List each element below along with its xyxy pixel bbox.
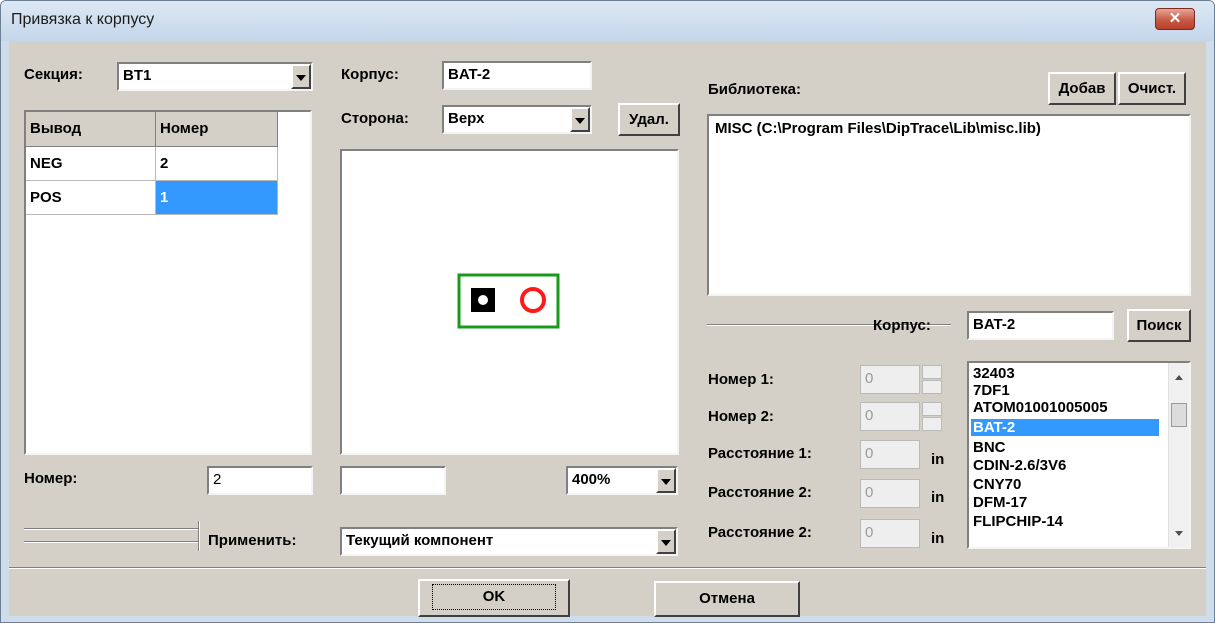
footprint-graphic [457, 273, 560, 329]
pin-number-cell[interactable]: 2 [155, 146, 278, 181]
number2-spin-down[interactable] [922, 417, 942, 431]
separator [24, 528, 198, 530]
distance1-input[interactable]: 0 [860, 440, 920, 469]
number1-spin-down[interactable] [922, 380, 942, 394]
window-title: Привязка к корпусу [11, 11, 155, 28]
package-value: BAT-2 [448, 66, 491, 83]
side-select[interactable]: Верх [442, 105, 592, 134]
search-package-label: Корпус: [873, 317, 931, 334]
distance2a-value: 0 [865, 484, 874, 501]
section-dropdown-button[interactable] [291, 64, 311, 89]
pin-name-cell[interactable]: NEG [26, 146, 156, 181]
package-preview[interactable] [340, 149, 679, 455]
number2-input[interactable]: 0 [860, 402, 920, 431]
side-value: Верх [448, 110, 485, 127]
dialog-client: Секция: BT1 Вывод Номер NEG 2 POS 1 Номе… [9, 41, 1206, 617]
list-item[interactable]: FLIPCHIP-14 [971, 513, 1063, 530]
library-label: Библиотека: [708, 81, 801, 98]
section-select[interactable]: BT1 [117, 62, 313, 91]
search-package-input[interactable]: BAT-2 [967, 311, 1114, 340]
distance2b-unit: in [931, 530, 945, 547]
number1-input[interactable]: 0 [860, 365, 920, 394]
splitter-handle[interactable] [198, 521, 200, 551]
distance2b-value: 0 [865, 524, 874, 541]
table-row[interactable]: NEG 2 [26, 146, 278, 181]
distance2a-unit: in [931, 489, 945, 506]
title-bar[interactable]: Привязка к корпусу ✕ [1, 1, 1214, 41]
distance2a-input[interactable]: 0 [860, 479, 920, 508]
distance1-label: Расстояние 1: [708, 445, 812, 462]
apply-value: Текущий компонент [346, 532, 494, 549]
apply-select[interactable]: Текущий компонент [340, 527, 678, 556]
close-button[interactable]: ✕ [1155, 8, 1195, 30]
number1-value: 0 [865, 370, 874, 387]
scrollbar-thumb[interactable] [1171, 403, 1187, 427]
number-value: 2 [213, 471, 222, 488]
number2-spin-up[interactable] [922, 402, 942, 416]
ok-button[interactable]: OK [418, 579, 570, 617]
package-label: Корпус: [341, 66, 399, 83]
distance2b-input[interactable]: 0 [860, 519, 920, 548]
table-row[interactable]: POS 1 [26, 180, 278, 215]
chevron-down-icon [296, 75, 306, 81]
zoom-value: 400% [572, 471, 611, 488]
ok-button-label: OK [431, 584, 557, 610]
search-package-value: BAT-2 [973, 316, 1016, 333]
cancel-button[interactable]: Отмена [654, 581, 800, 617]
section-value: BT1 [123, 67, 152, 84]
apply-dropdown-button[interactable] [656, 529, 676, 554]
list-item[interactable]: 7DF1 [971, 382, 1010, 399]
chevron-down-icon [661, 540, 671, 546]
pin-name-cell[interactable]: POS [26, 180, 156, 215]
list-item[interactable]: ATOM01001005005 [971, 399, 1108, 416]
add-library-button[interactable]: Добав [1048, 72, 1116, 105]
pin-number-cell-selected[interactable]: 1 [155, 180, 278, 215]
number1-label: Номер 1: [708, 371, 774, 388]
pins-table[interactable]: Вывод Номер NEG 2 POS 1 [24, 110, 312, 455]
number2-value: 0 [865, 407, 874, 424]
clear-library-button[interactable]: Очист. [1118, 72, 1186, 105]
scroll-down-icon[interactable] [1175, 531, 1183, 536]
library-item[interactable]: MISC (C:\Program Files\DipTrace\Lib\misc… [715, 120, 1041, 137]
delete-button[interactable]: Удал. [618, 103, 680, 136]
distance1-value: 0 [865, 445, 874, 462]
list-item[interactable]: CDIN-2.6/3V6 [971, 457, 1066, 474]
number1-spin-up[interactable] [922, 365, 942, 379]
column-header-pin[interactable]: Вывод [26, 112, 156, 147]
list-item-selected[interactable]: BAT-2 [971, 419, 1159, 436]
list-item[interactable]: BNC [971, 439, 1006, 456]
section-label: Секция: [24, 66, 83, 83]
pad-hole [478, 295, 488, 305]
package-list[interactable]: 32403 7DF1 ATOM01001005005 BAT-2 BNC CDI… [967, 361, 1191, 549]
chevron-down-icon [575, 118, 585, 124]
coordinate-field[interactable] [340, 466, 446, 495]
number-input[interactable]: 2 [207, 466, 313, 495]
list-item[interactable]: 32403 [971, 365, 1015, 382]
list-item[interactable]: DFM-17 [971, 494, 1027, 511]
library-list[interactable]: MISC (C:\Program Files\DipTrace\Lib\misc… [707, 114, 1191, 296]
chevron-down-icon [661, 479, 671, 485]
separator [24, 541, 198, 543]
number-label: Номер: [24, 470, 78, 487]
footer-separator [9, 567, 1206, 569]
zoom-dropdown-button[interactable] [656, 468, 676, 493]
column-header-number[interactable]: Номер [155, 112, 278, 147]
round-pad [520, 287, 546, 313]
distance2a-label: Расстояние 2: [708, 484, 812, 501]
list-item[interactable]: CNY70 [971, 476, 1021, 493]
zoom-select[interactable]: 400% [566, 466, 678, 495]
scroll-up-icon[interactable] [1175, 375, 1183, 380]
package-list-scrollbar[interactable] [1168, 363, 1189, 547]
dialog-window: Привязка к корпусу ✕ Секция: BT1 Вывод Н… [0, 0, 1215, 623]
package-input[interactable]: BAT-2 [442, 61, 592, 90]
distance2b-label: Расстояние 2: [708, 524, 812, 541]
distance1-unit: in [931, 451, 945, 468]
apply-label: Применить: [208, 532, 297, 549]
search-button[interactable]: Поиск [1127, 309, 1191, 342]
pins-grid: Вывод Номер NEG 2 POS 1 [26, 112, 278, 215]
number2-label: Номер 2: [708, 408, 774, 425]
close-icon: ✕ [1168, 10, 1182, 27]
side-dropdown-button[interactable] [570, 107, 590, 132]
side-label: Сторона: [341, 110, 409, 127]
